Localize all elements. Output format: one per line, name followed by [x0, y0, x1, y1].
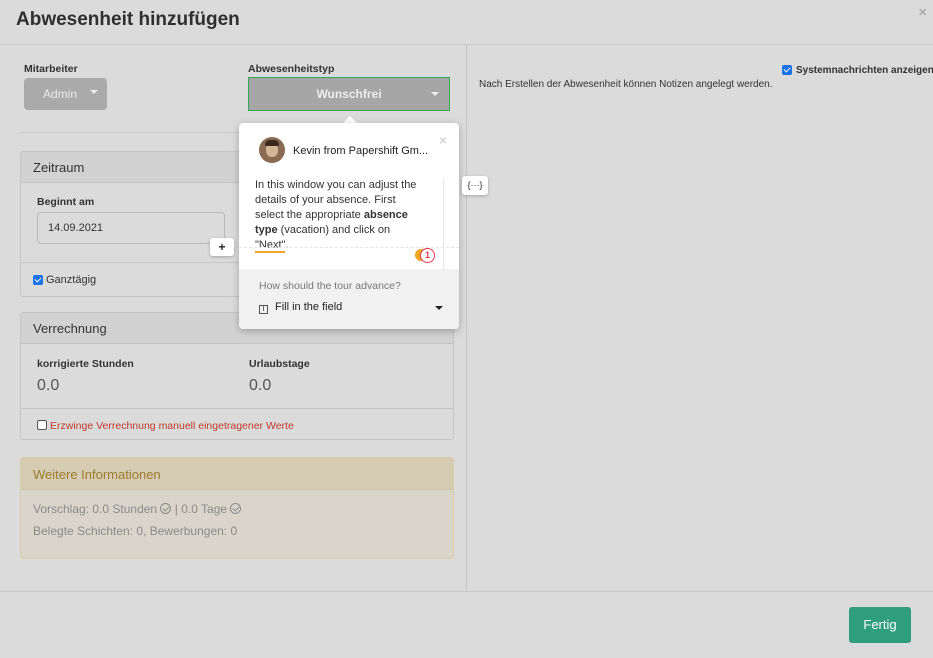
notification-badge[interactable]: 1 — [415, 248, 435, 264]
tour-text: (vacation) and click on — [277, 224, 391, 236]
tour-next-link: "Next" — [255, 239, 286, 253]
badge-count: 1 — [420, 248, 435, 263]
advance-value: Fill in the field — [275, 301, 343, 313]
absence-type-select[interactable]: Wunschfrei — [248, 77, 450, 111]
absence-type-value: Wunschfrei — [316, 87, 382, 101]
tour-message[interactable]: In this window you can adjust the detail… — [255, 178, 420, 253]
tour-sender: Kevin from Papershift Gm... — [293, 145, 429, 157]
system-messages-checkbox[interactable] — [782, 65, 792, 75]
force-calc-checkbox[interactable] — [37, 420, 47, 430]
absence-type-label: Abwesenheitstyp — [248, 63, 335, 75]
column-divider — [466, 45, 467, 591]
occupied-line: Belegte Schichten: 0, Bewerbungen: 0 — [33, 524, 238, 538]
tour-text: . — [285, 239, 289, 251]
info-title: Weitere Informationen — [21, 458, 453, 490]
code-icon[interactable]: {···} — [462, 176, 488, 195]
done-button[interactable]: Fertig — [849, 607, 911, 643]
info-panel: Weitere Informationen Vorschlag: 0.0 Stu… — [20, 457, 454, 559]
caret-down-icon — [431, 92, 439, 96]
suggestion-hours: Vorschlag: 0.0 Stunden — [33, 502, 158, 516]
verrechnung-panel: Verrechnung korrigierte Stunden 0.0 Urla… — [20, 312, 454, 440]
employee-select[interactable]: Admin — [24, 78, 107, 110]
tour-popup: Kevin from Papershift Gm... × In this wi… — [239, 123, 459, 329]
close-icon[interactable]: × — [918, 4, 927, 21]
caret-down-icon[interactable] — [435, 306, 443, 310]
start-date-label: Beginnt am — [37, 196, 95, 208]
modal-title: Abwesenheit hinzufügen — [16, 9, 240, 30]
system-messages-label: Systemnachrichten anzeigen — [796, 65, 933, 76]
editor-guide-line — [443, 179, 444, 269]
employee-value: Admin — [43, 87, 78, 101]
close-icon[interactable]: × — [439, 132, 447, 148]
suggestion-separator: | — [171, 502, 182, 516]
force-calc-label: Erzwinge Verrechnung manuell eingetragen… — [50, 420, 294, 432]
all-day-checkbox[interactable] — [33, 275, 43, 285]
caret-down-icon — [90, 90, 98, 94]
footer-divider — [0, 591, 933, 592]
advance-select[interactable]: I Fill in the field — [259, 301, 343, 314]
suggestion-line: Vorschlag: 0.0 Stunden | 0.0 Tage — [33, 502, 242, 516]
avatar — [259, 137, 285, 163]
add-step-button[interactable]: + — [210, 238, 234, 256]
panel-divider — [21, 408, 453, 409]
hours-label: korrigierte Stunden — [37, 358, 134, 370]
input-field-icon: I — [259, 305, 268, 314]
check-circle-icon — [160, 503, 172, 514]
notes-hint: Nach Erstellen der Abwesenheit können No… — [479, 79, 773, 90]
tour-advance-section: How should the tour advance? I Fill in th… — [239, 269, 459, 329]
advance-question: How should the tour advance? — [259, 280, 401, 292]
all-day-label: Ganztägig — [46, 274, 97, 286]
suggestion-days: 0.0 Tage — [181, 502, 228, 516]
check-circle-icon — [230, 503, 242, 514]
employee-label: Mitarbeiter — [24, 63, 78, 75]
modal-header: Abwesenheit hinzufügen × — [0, 0, 933, 45]
vacation-days-value[interactable]: 0.0 — [249, 377, 271, 395]
avatar-hair — [265, 140, 279, 146]
vacation-days-label: Urlaubstage — [249, 358, 310, 370]
start-date-input[interactable]: 14.09.2021 — [37, 212, 225, 244]
hours-value[interactable]: 0.0 — [37, 377, 59, 395]
